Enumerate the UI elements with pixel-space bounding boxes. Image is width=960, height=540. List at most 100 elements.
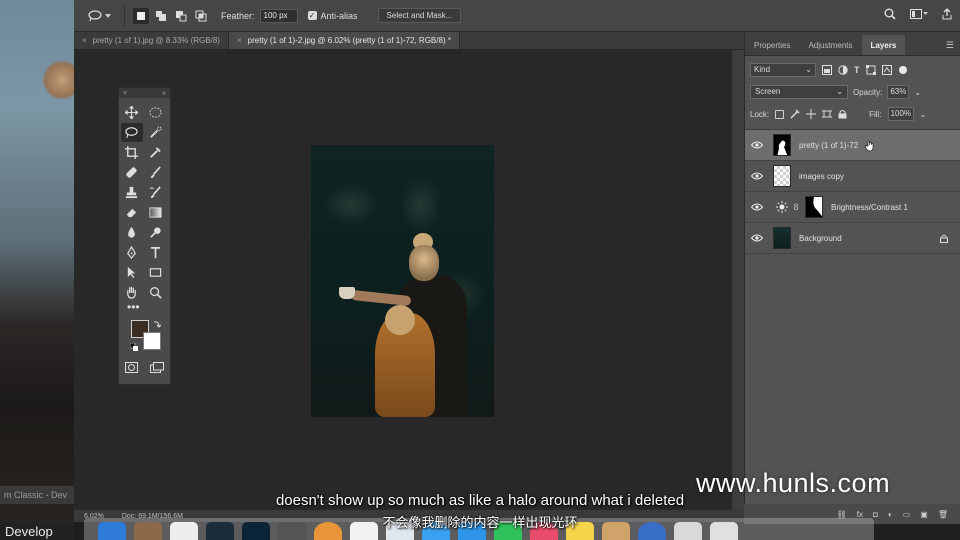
lock-transparent-icon[interactable]: [775, 109, 785, 119]
layer-thumbnail[interactable]: [773, 134, 791, 156]
layer-name: pretty (1 of 1)-72: [799, 140, 859, 150]
tab-document-2[interactable]: × pretty (1 of 1)-2.jpg @ 6.02% (pretty …: [228, 32, 460, 49]
layer-thumbnail[interactable]: [773, 165, 791, 187]
visibility-toggle[interactable]: [745, 234, 769, 242]
antialias-checkbox[interactable]: ✓: [307, 11, 317, 20]
kind-filter-select[interactable]: Kind ⌄: [750, 63, 816, 77]
quick-selection-tool[interactable]: [145, 123, 167, 142]
fill-dropdown-icon[interactable]: ⌄: [920, 110, 927, 119]
lasso-tool[interactable]: [120, 123, 143, 142]
dodge-icon: [150, 227, 161, 238]
stamp-tool[interactable]: [121, 183, 143, 202]
healing-brush-tool[interactable]: [121, 163, 143, 182]
visibility-toggle[interactable]: [745, 172, 769, 180]
fill-input[interactable]: 100%: [887, 107, 914, 121]
type-tool[interactable]: [145, 243, 167, 262]
rectangle-tool[interactable]: [145, 263, 167, 282]
smart-object-filter-icon[interactable]: [881, 65, 892, 75]
default-colors-icon[interactable]: [130, 343, 138, 351]
feather-input[interactable]: [259, 8, 298, 23]
screen-mode-icon[interactable]: [150, 362, 164, 373]
visibility-toggle[interactable]: [745, 141, 769, 149]
lock-position-icon[interactable]: [806, 109, 817, 119]
eraser-tool[interactable]: [121, 203, 143, 222]
vertical-scrollbar[interactable]: [732, 50, 744, 510]
eye-icon: [751, 203, 763, 211]
filter-toggle-icon[interactable]: [898, 65, 908, 75]
zoom-tool[interactable]: [145, 283, 167, 302]
more-tools-button[interactable]: •••: [119, 301, 170, 318]
path-selection-tool[interactable]: [121, 263, 143, 282]
new-selection-button[interactable]: [133, 7, 149, 24]
layer-row[interactable]: 8 Brightness/Contrast 1: [745, 192, 960, 223]
blend-row: Screen ⌄ Opacity: 63% ⌄: [745, 83, 960, 101]
type-filter-icon[interactable]: T: [854, 65, 860, 75]
close-icon[interactable]: ×: [82, 36, 87, 45]
brush-tool[interactable]: [145, 163, 167, 182]
layer-mask-thumbnail[interactable]: [805, 196, 823, 218]
pen-icon: [127, 246, 136, 259]
blur-tool[interactable]: [121, 223, 143, 242]
layer-name: images copy: [799, 171, 844, 181]
move-tool[interactable]: [121, 103, 143, 122]
tab-document-1[interactable]: × pretty (1 of 1).jpg @ 8.33% (RGB/8): [74, 32, 229, 49]
layer-thumbnail[interactable]: [773, 227, 791, 249]
visibility-toggle[interactable]: [745, 203, 769, 211]
background-color-swatch[interactable]: [143, 332, 161, 350]
shape-filter-icon[interactable]: [865, 65, 876, 75]
eyedropper-tool[interactable]: [145, 143, 167, 162]
lock-all-icon[interactable]: [838, 109, 847, 119]
select-and-mask-button[interactable]: Select and Mask...: [377, 8, 462, 23]
workspace-icon[interactable]: [910, 9, 928, 19]
history-brush-tool[interactable]: [145, 183, 167, 202]
intersect-selection-button[interactable]: [193, 8, 209, 24]
brightness-icon: [776, 201, 788, 213]
layer-row[interactable]: images copy: [745, 161, 960, 192]
dodge-tool[interactable]: [145, 223, 167, 242]
subtract-selection-button[interactable]: [173, 8, 189, 24]
brush-icon: [150, 166, 161, 179]
close-icon[interactable]: ×: [123, 90, 127, 97]
gradient-icon: [149, 207, 162, 218]
marquee-tool[interactable]: [145, 103, 167, 122]
collapse-icon[interactable]: «: [162, 90, 166, 97]
document-image[interactable]: [311, 145, 494, 417]
options-bar: Feather: ✓ Anti-alias Select and Mask...: [74, 0, 960, 32]
link-icon[interactable]: 8: [791, 202, 801, 212]
mask-shape-icon: [813, 197, 822, 217]
adjustment-filter-icon[interactable]: [838, 65, 848, 75]
tab-adjustments[interactable]: Adjustments: [799, 35, 861, 55]
close-icon[interactable]: ×: [237, 36, 242, 45]
eyedropper-icon: [150, 147, 161, 158]
opacity-input[interactable]: 63%: [887, 85, 910, 99]
layer-row[interactable]: pretty (1 of 1)-72: [745, 130, 960, 161]
lock-row: Lock: Fill: 100% ⌄: [745, 105, 960, 123]
chevron-down-icon: [105, 13, 111, 18]
tab-layers[interactable]: Layers: [861, 35, 906, 55]
pixel-filter-icon[interactable]: [822, 65, 832, 75]
lasso-tool-preset[interactable]: [82, 6, 116, 26]
artboard-icon[interactable]: [822, 109, 833, 119]
adjustment-layer-thumbnail[interactable]: [773, 201, 791, 213]
blend-mode-select[interactable]: Screen ⌄: [750, 85, 848, 99]
image-child-head: [385, 305, 415, 335]
tools-panel-header[interactable]: × «: [119, 88, 170, 98]
drop-icon: [128, 226, 135, 238]
quick-mask-icon[interactable]: [125, 362, 138, 373]
layer-row[interactable]: Background: [745, 223, 960, 254]
lock-image-icon[interactable]: [790, 109, 800, 119]
subtitle-english-text: doesn't show up so much as like a halo a…: [275, 492, 685, 509]
crop-tool[interactable]: [121, 143, 143, 162]
add-selection-button[interactable]: [153, 8, 169, 24]
rectangle-icon: [149, 268, 162, 277]
swap-colors-icon[interactable]: [153, 320, 161, 328]
gradient-tool[interactable]: [145, 203, 167, 222]
tools-panel: × « •••: [118, 87, 171, 385]
panel-menu-icon[interactable]: ☰: [946, 35, 954, 55]
opacity-dropdown-icon[interactable]: ⌄: [914, 88, 921, 97]
tab-properties[interactable]: Properties: [745, 35, 799, 55]
tab-label: pretty (1 of 1).jpg @ 8.33% (RGB/8): [92, 36, 220, 45]
search-icon[interactable]: [884, 8, 896, 20]
share-icon[interactable]: [942, 8, 952, 20]
pen-tool[interactable]: [121, 243, 143, 262]
